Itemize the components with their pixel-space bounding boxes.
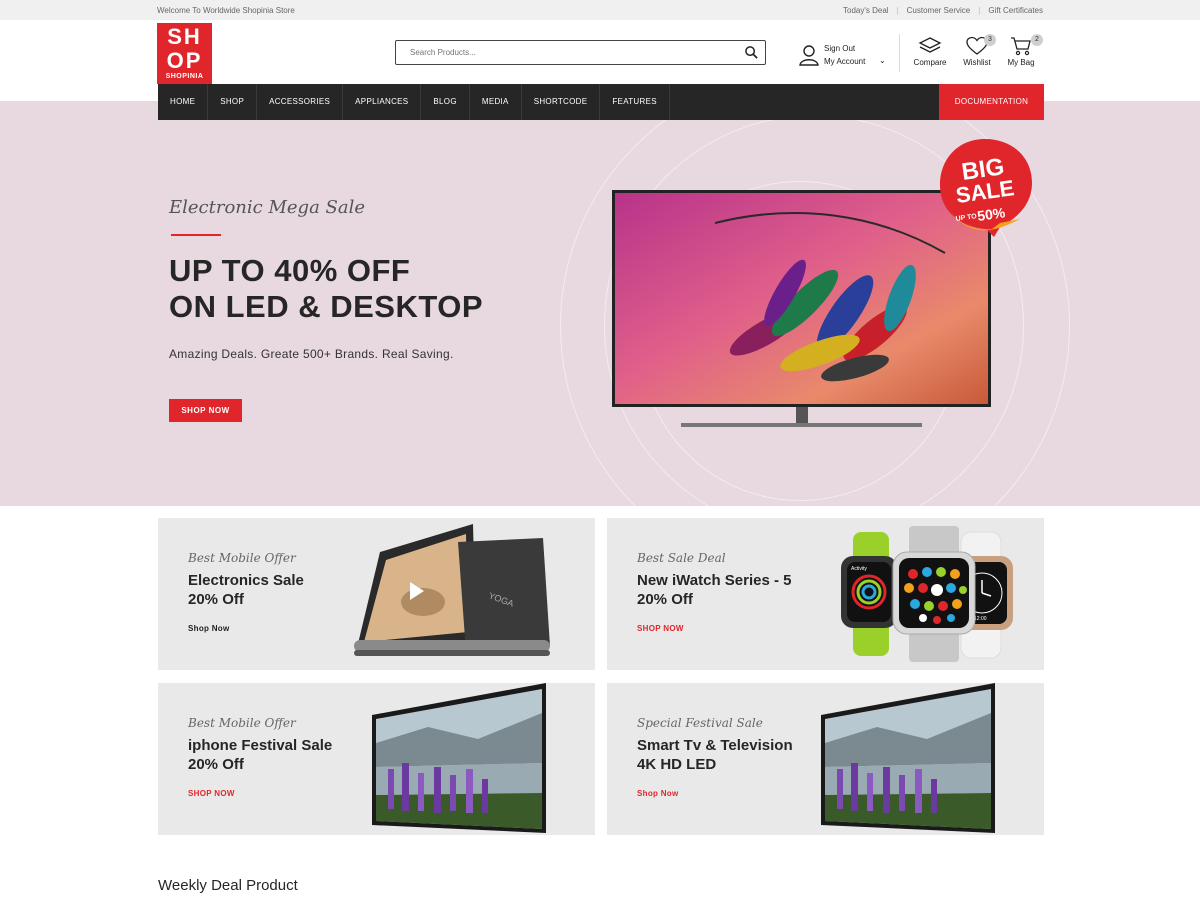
card-title-line-2: 4K HD LED (637, 756, 717, 773)
cart-icon (1011, 37, 1031, 56)
divider: | (896, 5, 899, 15)
card-title: New iWatch Series - 5 20% Off (637, 571, 792, 609)
shop-now-link[interactable]: SHOP NOW (188, 789, 235, 798)
card-title-line-1: New iWatch Series - 5 (637, 572, 792, 589)
logo-line-1: SH (167, 24, 202, 49)
watches-image: Activity 12:00 (841, 526, 1013, 662)
tablet-image: YOGA (354, 524, 550, 656)
nav-home[interactable]: HOME (158, 84, 209, 120)
promo-card-iwatch[interactable]: Best Sale Deal New iWatch Series - 5 20%… (607, 518, 1044, 670)
section-title: Weekly Deal Product (158, 877, 298, 894)
nav-documentation[interactable]: DOCUMENTATION (939, 84, 1044, 120)
logo-wordmark: SHOPINIA (165, 73, 204, 80)
customer-service-link[interactable]: Customer Service (907, 6, 971, 15)
logo[interactable]: SH OP SHOPINIA (157, 23, 212, 84)
card-title-line-2: 20% Off (188, 756, 244, 773)
tv-landscape-image (372, 683, 546, 833)
card-title: iphone Festival Sale 20% Off (188, 736, 332, 774)
gift-certificates-link[interactable]: Gift Certificates (988, 6, 1043, 15)
promo-card-iphone[interactable]: Best Mobile Offer iphone Festival Sale 2… (158, 683, 595, 835)
user-icon (799, 45, 819, 66)
card-tag: Best Mobile Offer (188, 716, 296, 730)
shop-now-link[interactable]: Shop Now (188, 624, 230, 633)
hero-subtext: Amazing Deals. Greate 500+ Brands. Real … (169, 347, 454, 361)
welcome-text: Welcome To Worldwide Shopinia Store (157, 5, 295, 15)
search-box (395, 40, 766, 65)
nav-blog[interactable]: BLOG (421, 84, 470, 120)
hero-headline-line-2: ON LED & DESKTOP (169, 289, 484, 324)
card-title-line-1: Smart Tv & Television (637, 737, 793, 754)
layers-icon (918, 37, 942, 53)
card-title-line-1: Electronics Sale (188, 572, 304, 589)
search-input[interactable] (410, 41, 730, 63)
hero-banner: Electronic Mega Sale UP TO 40% OFF ON LE… (0, 101, 1200, 506)
bag-button[interactable]: 2 My Bag (997, 34, 1045, 84)
shop-now-link[interactable]: SHOP NOW (637, 624, 684, 633)
hero-headline-line-1: UP TO 40% OFF (169, 253, 411, 288)
tv-stand-base (681, 423, 922, 427)
main-nav: HOME SHOP ACCESSORIES APPLIANCES BLOG ME… (158, 84, 1044, 120)
nav-media[interactable]: MEDIA (470, 84, 522, 120)
my-account-link[interactable]: My Account (824, 57, 865, 66)
shop-now-link[interactable]: Shop Now (637, 789, 679, 798)
activity-label: Activity (851, 566, 867, 572)
chevron-down-icon: ⌄ (879, 56, 886, 65)
big-sale-badge: BIG SALE UP TO 50% (940, 139, 1032, 237)
time-label: 12:00 (974, 616, 987, 622)
wishlist-count-badge: 3 (984, 34, 996, 46)
promo-card-smart-tv[interactable]: Special Festival Sale Smart Tv & Televis… (607, 683, 1044, 835)
logo-line-2: OP (166, 48, 203, 73)
card-tag: Special Festival Sale (637, 716, 763, 730)
card-title-line-2: 20% Off (188, 591, 244, 608)
todays-deal-link[interactable]: Today's Deal (843, 6, 889, 15)
sign-out-link[interactable]: Sign Out (824, 44, 855, 53)
bag-label: My Bag (1007, 58, 1035, 67)
compare-label: Compare (913, 58, 947, 67)
search-icon[interactable] (744, 45, 759, 60)
hero-headline: UP TO 40% OFF ON LED & DESKTOP (169, 253, 483, 325)
card-tag: Best Mobile Offer (188, 551, 296, 565)
bag-count-badge: 2 (1031, 34, 1043, 46)
tv-landscape-image (821, 683, 995, 833)
nav-accessories[interactable]: ACCESSORIES (257, 84, 344, 120)
tv-stand-neck (796, 407, 808, 423)
divider (899, 34, 900, 72)
nav-shop[interactable]: SHOP (208, 84, 258, 120)
nav-appliances[interactable]: APPLIANCES (343, 84, 422, 120)
hero-tagline: Electronic Mega Sale (169, 197, 365, 218)
feathers-artwork (615, 193, 988, 404)
card-title: Smart Tv & Television 4K HD LED (637, 736, 793, 774)
divider: | (978, 5, 981, 15)
compare-button[interactable]: Compare (906, 36, 954, 84)
top-bar: Welcome To Worldwide Shopinia Store Toda… (0, 0, 1200, 20)
accent-divider (171, 234, 221, 236)
card-title-line-2: 20% Off (637, 591, 693, 608)
nav-features[interactable]: FEATURES (600, 84, 670, 120)
top-links: Today's Deal | Customer Service | Gift C… (843, 6, 1043, 15)
card-title: Electronics Sale 20% Off (188, 571, 304, 609)
wishlist-button[interactable]: 3 Wishlist (953, 34, 1001, 84)
promo-card-electronics[interactable]: Best Mobile Offer Electronics Sale 20% O… (158, 518, 595, 670)
card-tag: Best Sale Deal (637, 551, 726, 565)
wishlist-label: Wishlist (963, 58, 991, 67)
shop-now-button[interactable]: SHOP NOW (169, 399, 242, 422)
card-title-line-1: iphone Festival Sale (188, 737, 333, 754)
account-menu[interactable]: Sign Out My Account ⌄ (799, 42, 891, 70)
nav-shortcode[interactable]: SHORTCODE (522, 84, 601, 120)
